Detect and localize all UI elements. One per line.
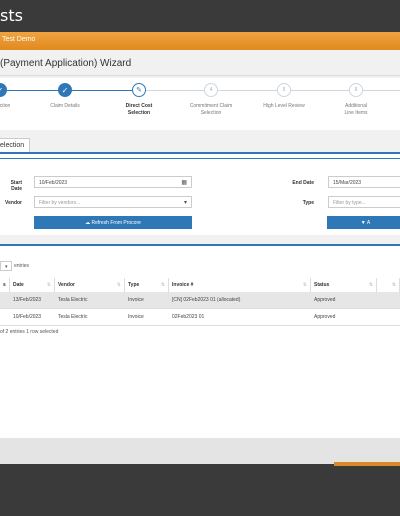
sort-icon: ⇅: [368, 282, 373, 288]
start-date-label: Start Date: [10, 180, 22, 192]
calendar-icon[interactable]: ▦: [181, 179, 187, 186]
step-number: 4: [209, 87, 213, 93]
sort-icon: ⇅: [302, 282, 307, 288]
apply-filter-button[interactable]: ▼ A: [327, 216, 400, 229]
app-header: sts: [0, 0, 400, 32]
vendor-label: Vendor: [5, 200, 22, 206]
column-header-type[interactable]: Type ⇅: [125, 278, 169, 292]
sort-icon: ⇅: [116, 282, 121, 288]
wizard-step-label: Commitment Claim Selection: [189, 103, 233, 116]
entries-label: entries: [14, 263, 30, 269]
column-header-invoice[interactable]: Invoice # ⇅: [169, 278, 311, 292]
entries-select[interactable]: ▾: [0, 261, 12, 271]
check-icon: ✓: [61, 85, 69, 95]
app-title: sts: [0, 6, 23, 25]
check-icon: ✓: [0, 86, 3, 95]
action-bar: [0, 438, 400, 464]
cell-status: Approved: [314, 297, 336, 303]
step-number: 5: [282, 87, 286, 93]
end-date-field[interactable]: 15/Mar/2023: [328, 176, 400, 188]
type-select[interactable]: Filter by type...: [328, 196, 400, 208]
project-banner: [0, 32, 400, 50]
cell-vendor: Tesla Electric: [58, 314, 88, 320]
wizard-step-label: Direct Cost Selection: [125, 103, 153, 116]
wizard-step-label: Additional Line Items: [344, 103, 368, 116]
cell-date: 10/Feb/2023: [13, 314, 42, 320]
cell-status: Approved: [314, 314, 336, 320]
wizard-step-6[interactable]: 6: [349, 83, 363, 97]
type-label: Type: [302, 200, 314, 206]
vendor-select[interactable]: Filter by vendors... ▾: [34, 196, 192, 208]
wizard-step-5[interactable]: 5: [277, 83, 291, 97]
cell-date: 13/Feb/2023: [13, 297, 42, 303]
table-card: [0, 244, 400, 438]
cloud-download-icon: ☁: [85, 220, 91, 226]
wizard-step-label: Claim Details: [50, 103, 80, 109]
divider: [0, 75, 400, 76]
sort-icon: ⇅: [391, 282, 396, 288]
step-connector: [363, 90, 400, 91]
chevron-down-icon: ▾: [183, 200, 187, 206]
column-header-status[interactable]: Status ⇅: [311, 278, 377, 292]
start-date-field[interactable]: 10/Feb/2023 ▦: [34, 176, 192, 188]
tab-direct-cost-selection[interactable]: election: [0, 138, 30, 152]
filter-icon: ▼: [360, 220, 366, 226]
cell-invoice: [CN] 02Feb2023 01 (allocated): [172, 297, 241, 303]
column-header-extra[interactable]: ⇅: [377, 278, 400, 292]
sort-icon: ⇅: [46, 282, 51, 288]
cell-type: Invoice: [128, 314, 144, 320]
page-footer: [0, 466, 400, 516]
divider: [0, 158, 400, 159]
table-info: of 2 entries 1 row selected: [0, 329, 59, 335]
cell-vendor: Tesla Electric: [58, 297, 88, 303]
step-number: 6: [354, 87, 358, 93]
pencil-icon: ✎: [136, 87, 142, 94]
project-name: Test Demo: [2, 36, 36, 43]
column-header-date[interactable]: Date ⇅: [10, 278, 55, 292]
page-title: (Payment Application) Wizard: [0, 58, 132, 69]
sort-icon: ⇅: [160, 282, 165, 288]
column-header-vendor[interactable]: Vendor ⇅: [55, 278, 125, 292]
cell-type: Invoice: [128, 297, 144, 303]
column-header-select[interactable]: s: [0, 278, 10, 292]
refresh-from-procore-button[interactable]: ☁ Refresh From Procore: [34, 216, 192, 229]
divider: [0, 325, 400, 326]
wizard-step-label: High Level Review: [263, 103, 305, 109]
end-date-label: End Date: [292, 180, 314, 186]
wizard-step-label: Selection: [0, 103, 11, 109]
wizard-step-3[interactable]: ✎: [132, 83, 146, 97]
wizard-step-4[interactable]: 4: [204, 83, 218, 97]
cell-invoice: 02Feb2023 01: [172, 314, 205, 320]
wizard-step-2[interactable]: ✓: [58, 83, 72, 97]
